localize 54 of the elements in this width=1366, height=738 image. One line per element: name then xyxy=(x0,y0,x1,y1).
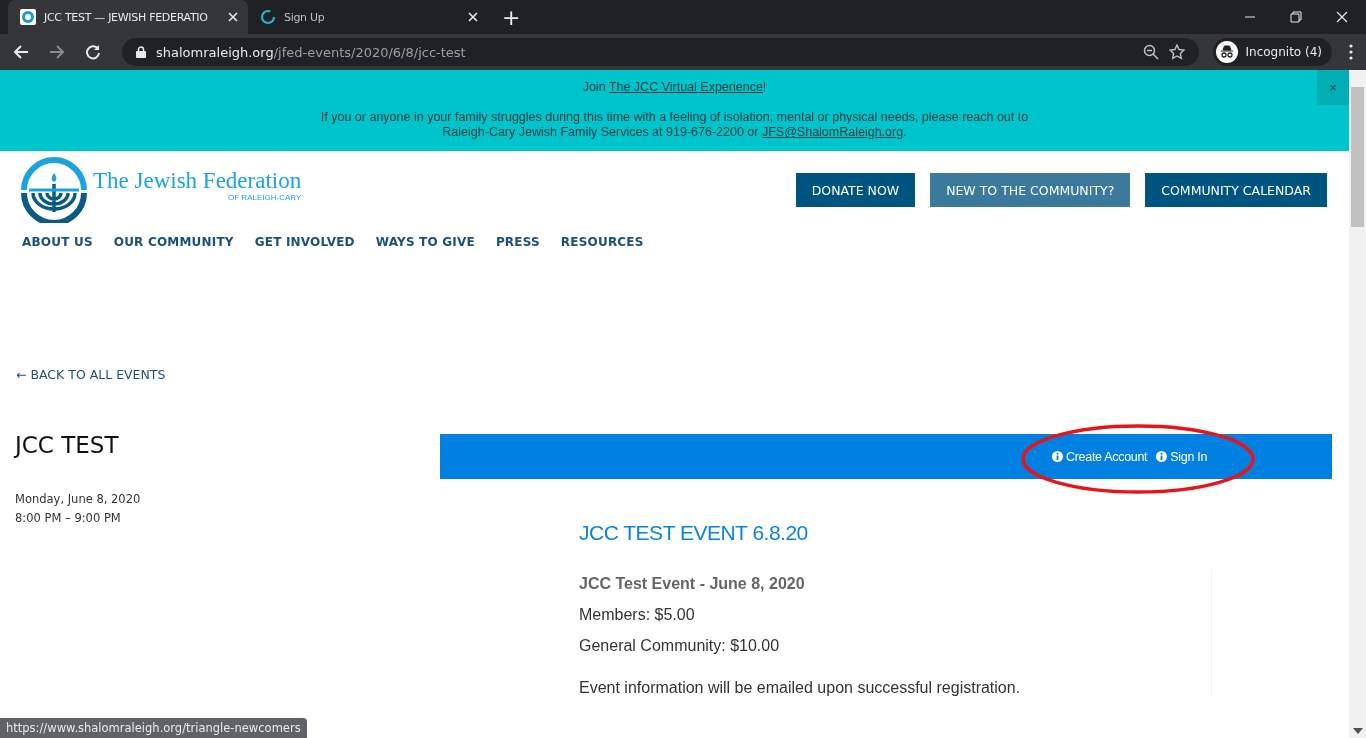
event-date: Monday, June 8, 2020 xyxy=(15,491,142,508)
info-icon xyxy=(1052,451,1063,462)
back-icon[interactable] xyxy=(13,44,29,60)
header-button[interactable]: COMMUNITY CALENDAR xyxy=(1145,173,1327,207)
star-icon[interactable] xyxy=(1168,44,1185,60)
nav-link[interactable]: OUR COMMUNITY xyxy=(113,235,234,249)
scroll-down-icon[interactable] xyxy=(1353,728,1363,734)
note-text: Event information will be emailed upon successful registration. xyxy=(579,679,1022,697)
logo-subtitle: OF RALEIGH-CARY xyxy=(227,193,302,202)
logo-title: The Jewish Federation xyxy=(93,169,302,192)
account-link[interactable]: Sign In xyxy=(1156,449,1208,464)
event-heading: JCC Test Event - June 8, 2020 xyxy=(579,575,806,593)
banner-text: If you or anyone in your family struggles during this time with a feeling of isolation, mental or physical needs, please reach out to xyxy=(319,110,1030,125)
price-text: General Community: $10.00 xyxy=(579,637,781,655)
nav-link[interactable]: RESOURCES xyxy=(560,235,644,249)
address-bar[interactable]: shalomraleigh.org/jfed-events/2020/6/8/jcc-test xyxy=(122,38,1199,66)
reload-icon[interactable] xyxy=(85,44,101,60)
tab-title: Sign Up xyxy=(284,10,326,24)
price-text: Members: $5.00 xyxy=(579,606,696,624)
browser-tab[interactable]: JCC TEST — JEWISH FEDERATIO xyxy=(8,0,248,34)
close-icon[interactable] xyxy=(1336,11,1348,23)
status-url: https://www.shalomraleigh.org/triangle-newcomers xyxy=(0,718,307,738)
scrollbar[interactable] xyxy=(1349,70,1366,738)
browser-tab[interactable]: Sign Up xyxy=(248,0,488,34)
incognito-button[interactable]: Incognito (4) xyxy=(1212,38,1332,66)
info-icon xyxy=(1156,451,1168,462)
incognito-icon xyxy=(1215,41,1238,63)
new-tab-button[interactable]: + xyxy=(502,7,521,34)
menorah-logo-icon xyxy=(21,157,87,223)
nav-link[interactable]: ABOUT US xyxy=(22,235,93,249)
scrollbar-thumb[interactable] xyxy=(1351,87,1364,227)
tab-title: JCC TEST — JEWISH FEDERATIO xyxy=(44,10,209,24)
account-link[interactable]: Create Account xyxy=(1052,449,1148,464)
lock-icon xyxy=(136,46,146,58)
nav-link[interactable]: GET INVOLVED xyxy=(254,235,355,249)
menu-icon[interactable] xyxy=(1349,44,1353,60)
url-text: shalomraleigh.org/jfed-events/2020/6/8/jcc-test xyxy=(156,44,466,60)
close-icon[interactable] xyxy=(228,12,238,22)
spinner-icon xyxy=(260,9,276,25)
registration-title: JCC TEST EVENT 6.8.20 xyxy=(579,521,809,545)
header-button[interactable]: DONATE NOW xyxy=(795,173,916,207)
banner-link[interactable]: The JCC Virtual Experience xyxy=(608,80,763,94)
nav-link[interactable]: PRESS xyxy=(495,235,540,249)
close-icon[interactable] xyxy=(468,12,478,22)
zoom-out-icon[interactable] xyxy=(1142,44,1159,60)
forward-icon[interactable] xyxy=(49,44,65,60)
header-button[interactable]: NEW TO THE COMMUNITY? xyxy=(930,173,1131,207)
close-banner-button[interactable]: × xyxy=(1317,70,1349,105)
nav-link[interactable]: WAYS TO GIVE xyxy=(375,235,475,249)
banner-text: Raleigh-Cary Jewish Family Services at 919-676-2200 or JFS@ShalomRaleigh.org. xyxy=(441,125,908,140)
event-title: JCC TEST xyxy=(15,434,120,457)
back-link[interactable]: ← BACK TO ALL EVENTS xyxy=(16,367,166,382)
restore-icon[interactable] xyxy=(1290,11,1302,23)
event-time: 8:00 PM – 9:00 PM xyxy=(15,510,122,527)
